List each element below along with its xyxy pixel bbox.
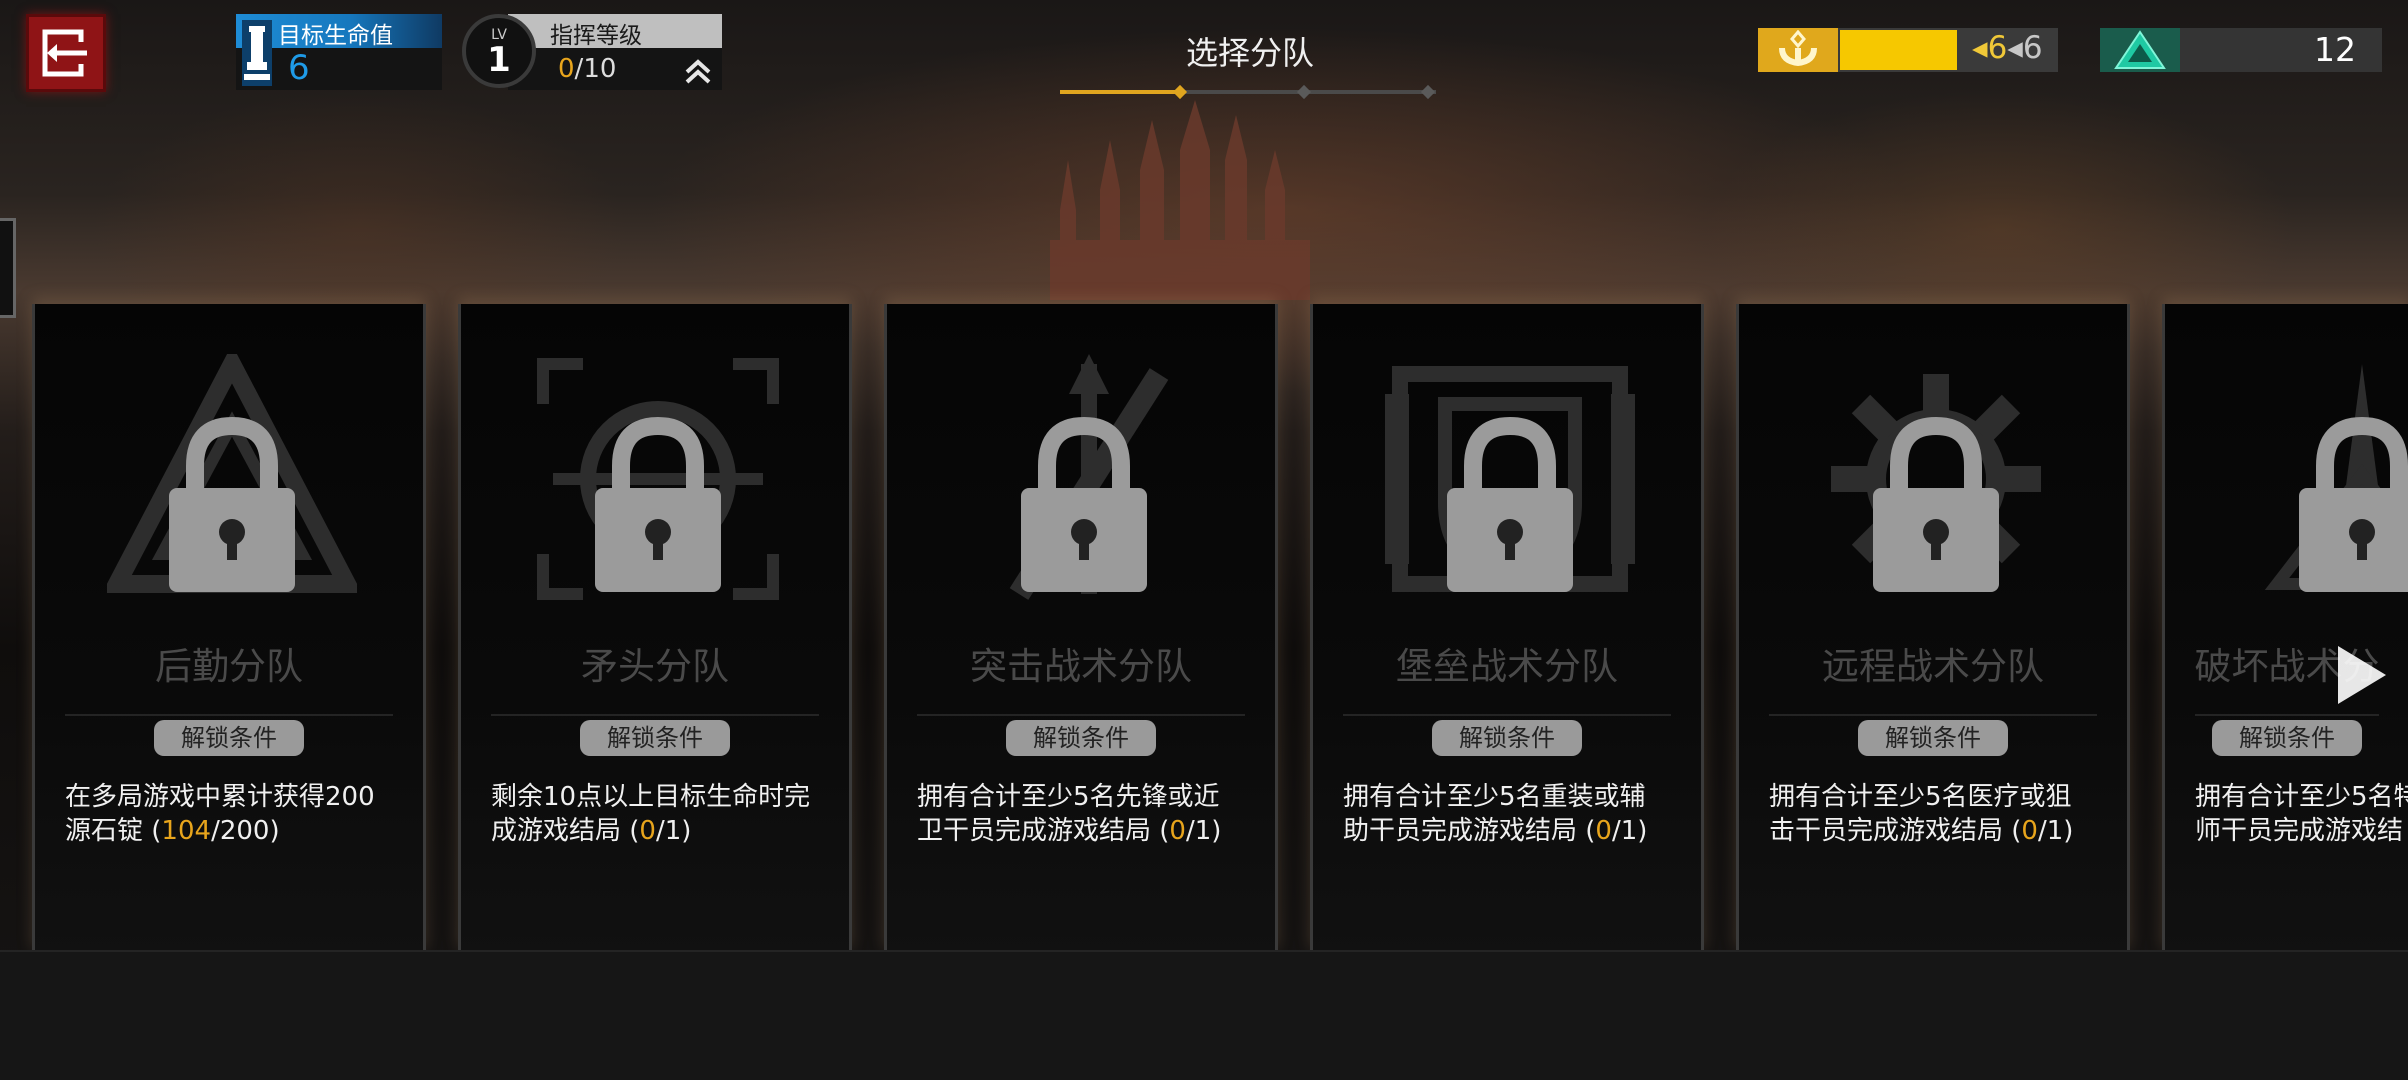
squad-name: 后勤分队	[155, 645, 303, 688]
step-node	[1296, 84, 1312, 100]
unlock-condition-text: 拥有合计至少5名先锋或近 卫干员完成游戏结局 (0/1)	[917, 780, 1257, 848]
level-value: 1	[487, 40, 511, 80]
hope-max: 6	[2022, 30, 2043, 66]
condition-line-2-text: 源石锭 (	[65, 816, 162, 846]
condition-line-2: 成游戏结局 (0/1)	[491, 814, 831, 848]
divider	[917, 714, 1245, 716]
condition-line-2-end: /1)	[2037, 816, 2074, 846]
squad-card[interactable]: 矛头分队解锁条件剩余10点以上目标生命时完 成游戏结局 (0/1)	[458, 304, 852, 954]
life-value: 6	[288, 48, 310, 88]
divider	[65, 714, 393, 716]
squad-card[interactable]: 后勤分队 解锁条件 在多局游戏中累计获得200 源石锭 (104/200)	[32, 304, 426, 954]
ingot-value: 12	[2314, 30, 2356, 69]
condition-line-2-text: 师干员完成游戏结	[2195, 816, 2404, 846]
condition-line-2: 助干员完成游戏结局 (0/1)	[1343, 814, 1683, 848]
squad-name: 矛头分队	[581, 645, 729, 688]
condition-line-1: 拥有合计至少5名重装或辅	[1343, 782, 1646, 812]
condition-line-1: 拥有合计至少5名特	[2195, 782, 2408, 812]
hope-value: ◂6◂6	[1972, 30, 2043, 66]
squad-name: 突击战术分队	[970, 645, 1192, 688]
divider	[1343, 714, 1671, 716]
condition-line-2: 击干员完成游戏结局 (0/1)	[1769, 814, 2109, 848]
unlock-condition-text: 在多局游戏中累计获得200 源石锭 (104/200)	[65, 780, 405, 848]
condition-progress: 0	[639, 816, 656, 846]
hope-icon	[1779, 30, 1817, 66]
condition-line-2: 源石锭 (104/200)	[65, 814, 405, 848]
level-badge: LV 1	[462, 14, 536, 88]
chevron-up-icon	[685, 59, 711, 84]
life-label: 目标生命值	[278, 23, 393, 49]
condition-line-2-text: 成游戏结局 (	[491, 816, 640, 846]
squad-name: 堡垒战术分队	[1396, 645, 1618, 688]
unlock-condition-badge: 解锁条件	[1006, 720, 1156, 756]
command-level-panel[interactable]: 指挥等级 0/10	[508, 14, 722, 90]
divider	[2195, 714, 2379, 716]
condition-line-1: 拥有合计至少5名医疗或狙	[1769, 782, 2072, 812]
unlock-condition-badge: 解锁条件	[1432, 720, 1582, 756]
condition-progress: 0	[1169, 816, 1186, 846]
condition-line-2-end: /1)	[1611, 816, 1648, 846]
page-title: 选择分队	[1185, 34, 1314, 72]
condition-line-2-end: /1)	[655, 816, 692, 846]
lock-icon	[1447, 416, 1573, 592]
exp-current: 0	[558, 54, 575, 84]
command-level-label: 指挥等级	[550, 23, 642, 49]
condition-line-1: 拥有合计至少5名先锋或近	[917, 782, 1220, 812]
exit-button[interactable]	[26, 14, 106, 92]
tower-icon	[242, 20, 272, 86]
unlock-condition-text: 拥有合计至少5名重装或辅 助干员完成游戏结局 (0/1)	[1343, 780, 1683, 848]
hope-bar	[1840, 30, 1957, 70]
condition-line-2-end: /200)	[211, 816, 280, 846]
squad-card-list: 后勤分队 解锁条件 在多局游戏中累计获得200 源石锭 (104/200) 矛头分队 解锁…	[0, 290, 2408, 960]
unlock-condition-badge: 解锁条件	[2212, 720, 2362, 756]
unlock-condition-text: 拥有合计至少5名医疗或狙 击干员完成游戏结局 (0/1)	[1769, 780, 2109, 848]
condition-line-2-end: /1)	[1185, 816, 1222, 846]
lock-icon	[2299, 416, 2408, 592]
lock-icon	[1021, 416, 1147, 592]
condition-progress: 0	[1595, 816, 1612, 846]
lock-icon	[595, 416, 721, 592]
condition-line-2-text: 助干员完成游戏结局 (	[1343, 816, 1596, 846]
lock-icon	[169, 416, 295, 592]
unlock-condition-badge: 解锁条件	[580, 720, 730, 756]
unlock-condition-text: 剩余10点以上目标生命时完 成游戏结局 (0/1)	[491, 780, 831, 848]
exp-separator: /	[574, 54, 584, 84]
exp-max: 10	[583, 54, 617, 84]
squad-card[interactable]: 远程战术分队解锁条件拥有合计至少5名医疗或狙 击干员完成游戏结局 (0/1)	[1736, 304, 2130, 954]
game-screen: 目标生命值 6 LV 1 指挥等级 0/10 选择分队 ◂6◂6 12 后勤分队…	[0, 0, 2408, 1080]
condition-line-2: 师干员完成游戏结	[2195, 814, 2408, 848]
condition-progress: 0	[2021, 816, 2038, 846]
target-life-panel: 目标生命值 6	[236, 14, 442, 90]
ingot-icon	[2114, 30, 2166, 69]
divider	[1769, 714, 2097, 716]
condition-line-1: 在多局游戏中累计获得200	[65, 782, 375, 812]
hope-panel: ◂6◂6	[1758, 28, 2058, 72]
exit-icon	[42, 29, 87, 77]
squad-card[interactable]: 破坏战术分 解锁条件 拥有合计至少5名特 师干员完成游戏结	[2162, 304, 2408, 954]
divider	[491, 714, 819, 716]
unlock-condition-text: 拥有合计至少5名特 师干员完成游戏结	[2195, 780, 2408, 848]
condition-line-2-text: 卫干员完成游戏结局 (	[917, 816, 1170, 846]
next-arrow-icon[interactable]	[2330, 640, 2390, 710]
hope-arrow-2: ◂	[2007, 30, 2023, 66]
step-node	[1420, 84, 1436, 100]
command-exp: 0/10	[558, 54, 616, 84]
step-node	[1172, 84, 1188, 100]
condition-progress: 104	[161, 816, 212, 846]
unlock-condition-badge: 解锁条件	[154, 720, 304, 756]
condition-line-1: 剩余10点以上目标生命时完	[491, 782, 811, 812]
originium-ingot-panel: 12	[2100, 28, 2382, 72]
castle-silhouette	[1050, 100, 1310, 300]
condition-line-2-text: 击干员完成游戏结局 (	[1769, 816, 2022, 846]
squad-name: 远程战术分队	[1822, 645, 2044, 688]
hope-arrow: ◂	[1972, 30, 1988, 66]
squad-card[interactable]: 突击战术分队解锁条件拥有合计至少5名先锋或近 卫干员完成游戏结局 (0/1)	[884, 304, 1278, 954]
hope-current: 6	[1987, 30, 2008, 66]
squad-card[interactable]: 堡垒战术分队解锁条件拥有合计至少5名重装或辅 助干员完成游戏结局 (0/1)	[1310, 304, 1704, 954]
step-progress	[1060, 84, 1436, 100]
unlock-condition-badge: 解锁条件	[1858, 720, 2008, 756]
lock-icon	[1873, 416, 1999, 592]
condition-line-2: 卫干员完成游戏结局 (0/1)	[917, 814, 1257, 848]
bottom-bar	[0, 950, 2408, 1080]
